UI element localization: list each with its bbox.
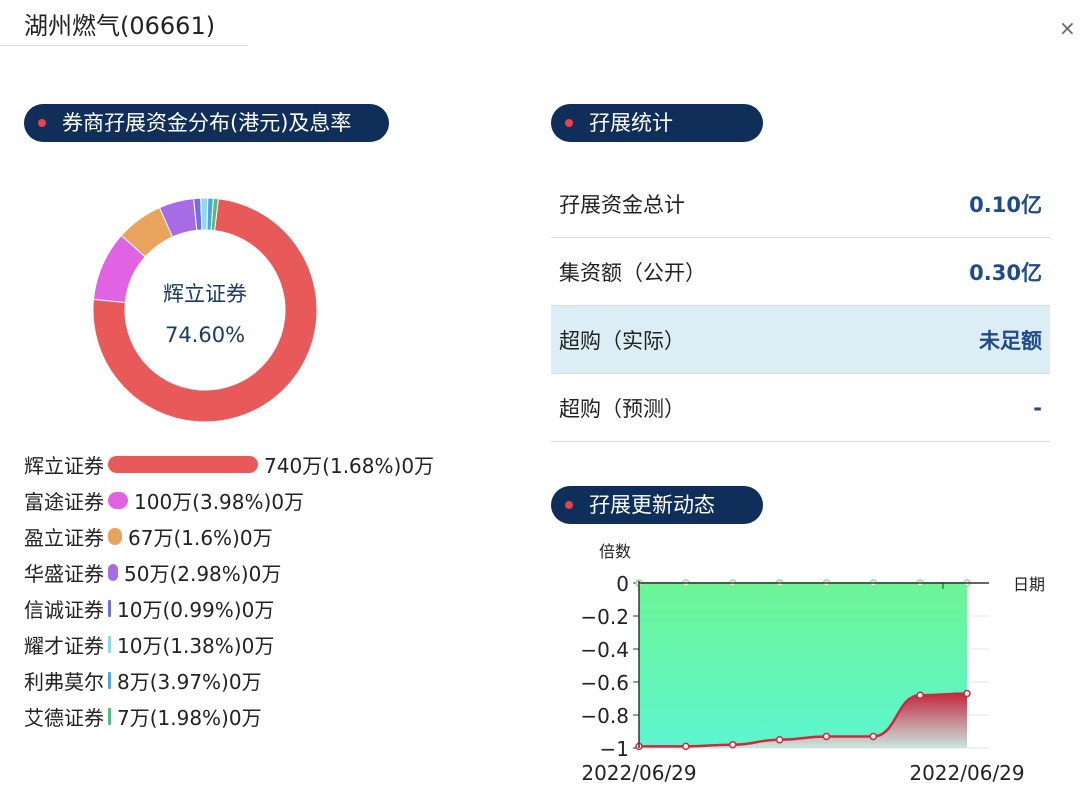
y-tick-label: −1: [600, 737, 629, 761]
stat-value: 未足额: [979, 328, 1042, 353]
y-tick-label: 0: [616, 572, 629, 596]
data-point-lower: [916, 691, 924, 699]
close-icon[interactable]: ×: [1059, 18, 1076, 38]
donut-center-percent: 74.60%: [164, 323, 246, 347]
section-header-distribution: 券商孖展资金分布(港元)及息率: [24, 104, 389, 142]
section-title: 券商孖展资金分布(港元)及息率: [62, 111, 352, 135]
bullet-dot-icon: [38, 119, 46, 127]
page-title: 湖州燃气(06661): [24, 12, 216, 40]
x-axis-label: 日期: [1013, 575, 1045, 594]
section-title: 孖展更新动态: [589, 493, 715, 517]
stat-row-raise: 集资额（公开） 0.30亿: [551, 238, 1050, 306]
y-tick-label: −0.8: [580, 704, 629, 728]
stat-value: 0.30亿: [969, 260, 1042, 285]
stat-label: 集资额（公开）: [559, 260, 706, 285]
stat-value: -: [1033, 395, 1042, 420]
y-tick-label: −0.2: [580, 605, 629, 629]
data-point-lower: [775, 736, 784, 744]
stat-row-total: 孖展资金总计 0.10亿: [551, 170, 1050, 238]
broker-bar: [108, 707, 111, 725]
stat-row-oversub-actual: 超购（实际） 未足额: [551, 306, 1050, 374]
broker-row: 富途证券 100万(3.98%)0万: [24, 482, 434, 518]
broker-row: 耀才证券 10万(1.38%)0万: [24, 626, 434, 662]
donut-center-label: 辉立证券: [163, 282, 247, 306]
data-point-lower: [682, 742, 690, 751]
stat-label: 超购（预测）: [559, 396, 685, 421]
broker-bar: [108, 599, 111, 617]
broker-value: 100万(3.98%)0万: [134, 489, 305, 514]
broker-bar: [108, 671, 111, 689]
broker-bar: [108, 491, 128, 509]
broker-value: 67万(1.6%)0万: [128, 525, 273, 550]
x-tick-label: 2022/06/29: [581, 761, 696, 785]
broker-row: 艾德证券 7万(1.98%)0万: [24, 698, 434, 734]
broker-bar: [108, 635, 111, 653]
broker-name: 信诚证券: [24, 597, 104, 622]
data-point-lower: [728, 740, 737, 749]
broker-row: 盈立证券 67万(1.6%)0万: [24, 518, 434, 554]
title-bar: 湖州燃气(06661): [0, 0, 248, 46]
broker-name: 富途证券: [24, 489, 104, 514]
broker-bar: [108, 563, 118, 581]
broker-list: 辉立证券 740万(1.68%)0万富途证券 100万(3.98%)0万盈立证券 67…: [24, 446, 434, 734]
broker-name: 盈立证券: [24, 525, 104, 550]
broker-name: 辉立证券: [24, 453, 104, 478]
broker-value: 10万(1.38%)0万: [117, 633, 275, 658]
broker-value: 7万(1.98%)0万: [117, 705, 262, 730]
data-point-lower: [963, 689, 971, 698]
broker-bar: [108, 527, 122, 545]
broker-name: 华盛证券: [24, 561, 104, 586]
x-tick-label: 2022/06/29: [909, 761, 1024, 785]
stat-value: 0.10亿: [969, 192, 1042, 217]
broker-donut-chart: [92, 197, 318, 423]
broker-row: 华盛证券 50万(2.98%)0万: [24, 554, 434, 590]
stat-label: 超购（实际）: [559, 328, 685, 353]
section-title: 孖展统计: [589, 111, 673, 135]
data-point-lower: [822, 732, 831, 741]
broker-row: 信诚证券 10万(0.99%)0万: [24, 590, 434, 626]
broker-name: 利弗莫尔: [24, 669, 104, 694]
stat-label: 孖展资金总计: [559, 192, 685, 217]
y-axis-label: 倍数: [599, 542, 631, 561]
broker-name: 艾德证券: [24, 705, 104, 730]
broker-value: 740万(1.68%)0万: [264, 453, 435, 478]
broker-bar: [108, 455, 258, 473]
bullet-dot-icon: [565, 119, 573, 127]
broker-value: 8万(3.97%)0万: [117, 669, 262, 694]
section-header-dynamics: 孖展更新动态: [551, 486, 763, 524]
y-tick-label: −0.6: [580, 671, 629, 695]
section-header-stats: 孖展统计: [551, 104, 763, 142]
y-tick-label: −0.4: [580, 638, 629, 662]
broker-row: 利弗莫尔 8万(3.97%)0万: [24, 662, 434, 698]
data-point-lower: [869, 732, 878, 741]
margin-dynamics-chart: 倍数日期0−0.2−0.4−0.6−0.8−12022/06/29 2022/06…: [580, 542, 1045, 785]
bullet-dot-icon: [565, 501, 573, 509]
broker-value: 50万(2.98%)0万: [124, 561, 282, 586]
stats-table: 孖展资金总计 0.10亿 集资额（公开） 0.30亿 超购（实际） 未足额 超购…: [551, 170, 1050, 442]
broker-row: 辉立证券 740万(1.68%)0万: [24, 446, 434, 482]
stat-row-oversub-forecast: 超购（预测） -: [551, 374, 1050, 442]
broker-value: 10万(0.99%)0万: [117, 597, 275, 622]
broker-name: 耀才证券: [24, 633, 104, 658]
